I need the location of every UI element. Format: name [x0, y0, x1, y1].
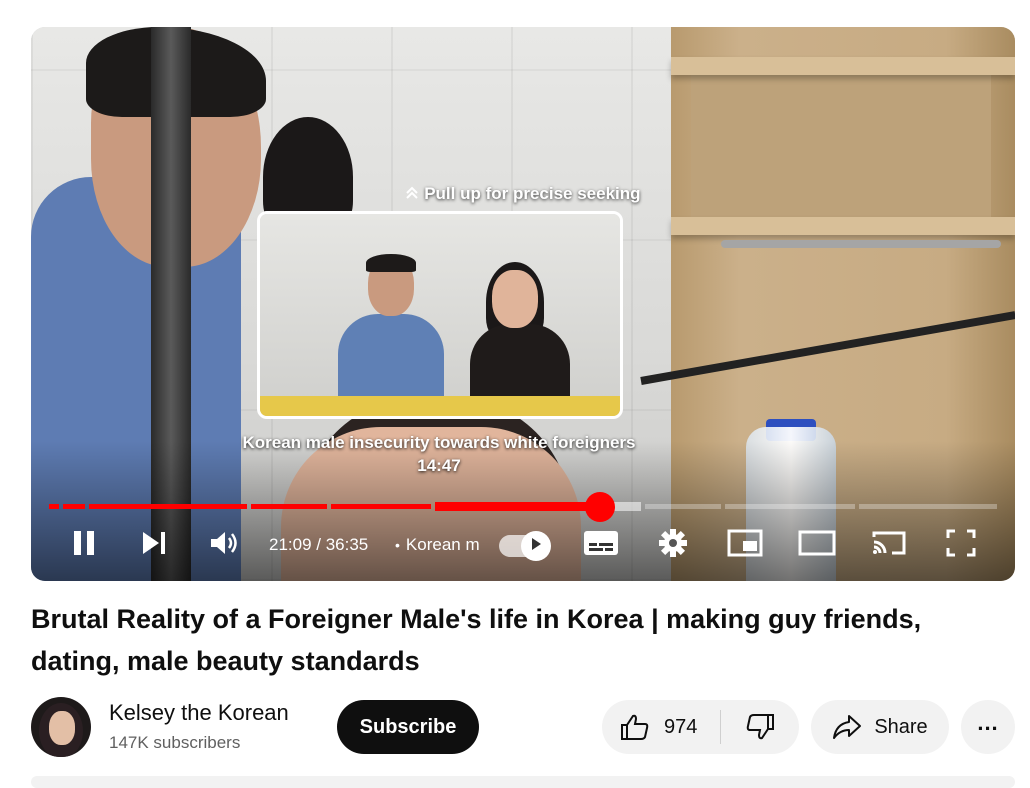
share-button[interactable]: Share	[811, 700, 949, 754]
thumbs-down-icon	[745, 713, 775, 741]
more-horizontal-icon: ...	[977, 710, 999, 735]
subtitles-icon	[583, 530, 619, 561]
dislike-button[interactable]	[721, 700, 799, 754]
theater-mode-icon	[798, 530, 836, 561]
seek-preview-thumbnail	[257, 211, 623, 419]
subscriber-count: 147K subscribers	[109, 733, 241, 752]
progress-segment	[49, 504, 59, 509]
progress-segment	[859, 504, 997, 509]
chapter-button[interactable]: • Korean m	[395, 523, 480, 567]
chapter-dot: •	[395, 537, 400, 553]
autoplay-toggle[interactable]	[499, 531, 551, 561]
channel-avatar[interactable]	[31, 697, 91, 757]
cast-icon	[871, 529, 907, 562]
progress-segment	[251, 504, 327, 509]
progress-segment	[725, 504, 855, 509]
time-separator: /	[311, 535, 326, 554]
description-box[interactable]	[31, 776, 1015, 788]
progress-scrubber[interactable]	[585, 492, 615, 522]
video-player[interactable]: Pull up for precise seeking Korean male …	[31, 27, 1015, 581]
play-icon	[529, 537, 543, 556]
fullscreen-button[interactable]	[939, 523, 983, 567]
next-icon	[140, 530, 168, 561]
time-display: 21:09 / 36:35	[269, 523, 368, 567]
like-dislike-group: 974	[602, 700, 799, 754]
like-count: 974	[664, 715, 698, 738]
channel-name[interactable]: Kelsey the Korean	[109, 700, 289, 726]
cast-button[interactable]	[867, 523, 911, 567]
current-time: 21:09	[269, 535, 312, 554]
miniplayer-icon	[727, 529, 763, 562]
subscribe-button[interactable]: Subscribe	[337, 700, 479, 754]
settings-button[interactable]	[651, 523, 695, 567]
preview-timestamp: 14:47	[417, 456, 461, 475]
autoplay-toggle-knob	[521, 531, 551, 561]
settings-icon	[658, 528, 688, 563]
thumbs-up-icon	[620, 713, 650, 741]
progress-segment-active	[435, 502, 601, 511]
progress-segment	[89, 504, 247, 509]
chevron-up-icon	[405, 184, 424, 203]
theater-mode-button[interactable]	[795, 523, 839, 567]
preview-chapter-title: Korean male insecurity towards white for…	[242, 433, 636, 452]
more-actions-button[interactable]: ...	[961, 700, 1015, 754]
share-label: Share	[874, 715, 928, 738]
pause-button[interactable]	[61, 523, 107, 567]
progress-segment	[645, 504, 721, 509]
pause-icon	[71, 529, 97, 562]
subtitles-button[interactable]	[579, 523, 623, 567]
player-controls: 21:09 / 36:35 • Korean m	[31, 523, 1015, 567]
chapter-label: Korean m	[405, 535, 480, 554]
volume-icon	[209, 529, 239, 562]
miniplayer-button[interactable]	[723, 523, 767, 567]
preview-chapter-info: Korean male insecurity towards white for…	[31, 431, 847, 477]
like-button[interactable]: 974	[602, 700, 720, 754]
progress-segment	[331, 504, 431, 509]
fullscreen-icon	[946, 529, 976, 562]
progress-segment	[63, 504, 85, 509]
volume-button[interactable]	[201, 523, 247, 567]
progress-bar[interactable]	[49, 492, 997, 522]
share-icon	[832, 714, 862, 740]
video-title: Brutal Reality of a Foreigner Male's lif…	[31, 604, 922, 676]
next-button[interactable]	[131, 523, 177, 567]
duration: 36:35	[325, 535, 369, 554]
seek-hint: Pull up for precise seeking	[31, 184, 1015, 204]
